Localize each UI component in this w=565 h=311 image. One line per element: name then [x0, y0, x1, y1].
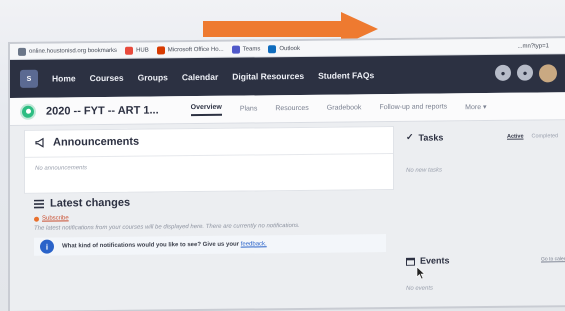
feedback-question: What kind of notifications would you lik…: [62, 241, 241, 250]
tab-plans[interactable]: Plans: [240, 105, 258, 112]
office-icon: [156, 45, 165, 54]
megaphone-icon: [35, 137, 44, 148]
feedback-notice: i What kind of notifications would you l…: [34, 234, 386, 256]
nav-home[interactable]: Home: [52, 73, 76, 83]
teams-icon: [231, 45, 240, 54]
nav-groups[interactable]: Groups: [138, 72, 168, 82]
outlook-icon: [268, 44, 277, 53]
nav-student-faqs[interactable]: Student FAQs: [318, 70, 374, 81]
tasks-empty: No new tasks: [406, 167, 443, 174]
bookmark-item[interactable]: Microsoft Office Ho...: [156, 45, 224, 54]
tab-more[interactable]: More ▾: [465, 103, 486, 111]
events-heading: Events: [420, 255, 450, 266]
announcements-card: Announcements No announcements: [24, 125, 394, 194]
go-to-calendar-link[interactable]: Go to calendar: [541, 256, 565, 262]
tab-gradebook[interactable]: Gradebook: [327, 104, 362, 111]
course-tabs: Overview Plans Resources Gradebook Follo…: [190, 101, 487, 116]
announcements-empty: No announcements: [35, 165, 88, 172]
bookmark-item[interactable]: Outlook: [268, 44, 300, 53]
main-content: Announcements No announcements Latest ch…: [10, 120, 565, 311]
right-sidebar: ✓ Tasks Active Completed No new tasks Ev…: [406, 120, 565, 307]
course-icon: [20, 103, 36, 120]
tasks-heading: Tasks: [418, 131, 444, 143]
nav-calendar[interactable]: Calendar: [182, 72, 218, 82]
feedback-link[interactable]: feedback.: [241, 241, 267, 247]
divider: [25, 152, 393, 158]
top-navigation: S Home Courses Groups Calendar Digital R…: [10, 54, 565, 98]
nav-digital-resources[interactable]: Digital Resources: [232, 71, 304, 82]
bookmark-item[interactable]: Teams: [231, 45, 260, 54]
messages-icon[interactable]: ●: [517, 64, 533, 81]
screen-photo: online.houstonisd.org bookmarks HUB Micr…: [10, 38, 565, 311]
nav-courses[interactable]: Courses: [90, 73, 124, 83]
latest-changes-message: The latest notifications from your cours…: [34, 222, 300, 232]
schoology-logo[interactable]: S: [20, 69, 38, 88]
url-fragment: ...mn?typ=1: [517, 42, 549, 50]
events-empty: No events: [406, 285, 434, 292]
announcements-heading: Announcements: [53, 135, 140, 149]
calendar-icon: [406, 257, 415, 266]
course-title[interactable]: 2020 -- FYT -- ART 1...: [46, 104, 159, 117]
avatar[interactable]: [539, 64, 557, 83]
mouse-cursor-icon: [416, 266, 426, 280]
notifications-bell-icon[interactable]: ●: [495, 64, 511, 81]
checkmark-icon: ✓: [406, 131, 414, 142]
tasks-tabs: Active Completed: [507, 133, 565, 140]
page-icon: [18, 47, 26, 56]
rss-icon: [34, 216, 39, 222]
info-icon: i: [40, 239, 54, 254]
tab-completed[interactable]: Completed: [532, 133, 559, 139]
tab-follow-up-reports[interactable]: Follow-up and reports: [379, 103, 447, 111]
tab-resources[interactable]: Resources: [275, 105, 308, 112]
latest-changes-heading: Latest changes: [50, 196, 131, 210]
tab-active[interactable]: Active: [507, 133, 524, 139]
bookmark-item[interactable]: online.houstonisd.org bookmarks: [18, 46, 117, 56]
bookmark-item[interactable]: HUB: [125, 46, 149, 55]
top-icons: ● ●: [495, 64, 557, 83]
tab-overview[interactable]: Overview: [190, 103, 222, 116]
list-icon: [34, 199, 44, 208]
subscribe-link[interactable]: Subscribe: [34, 212, 404, 222]
hub-icon: [125, 46, 134, 55]
latest-changes-section: Latest changes Subscribe The latest noti…: [34, 194, 404, 256]
